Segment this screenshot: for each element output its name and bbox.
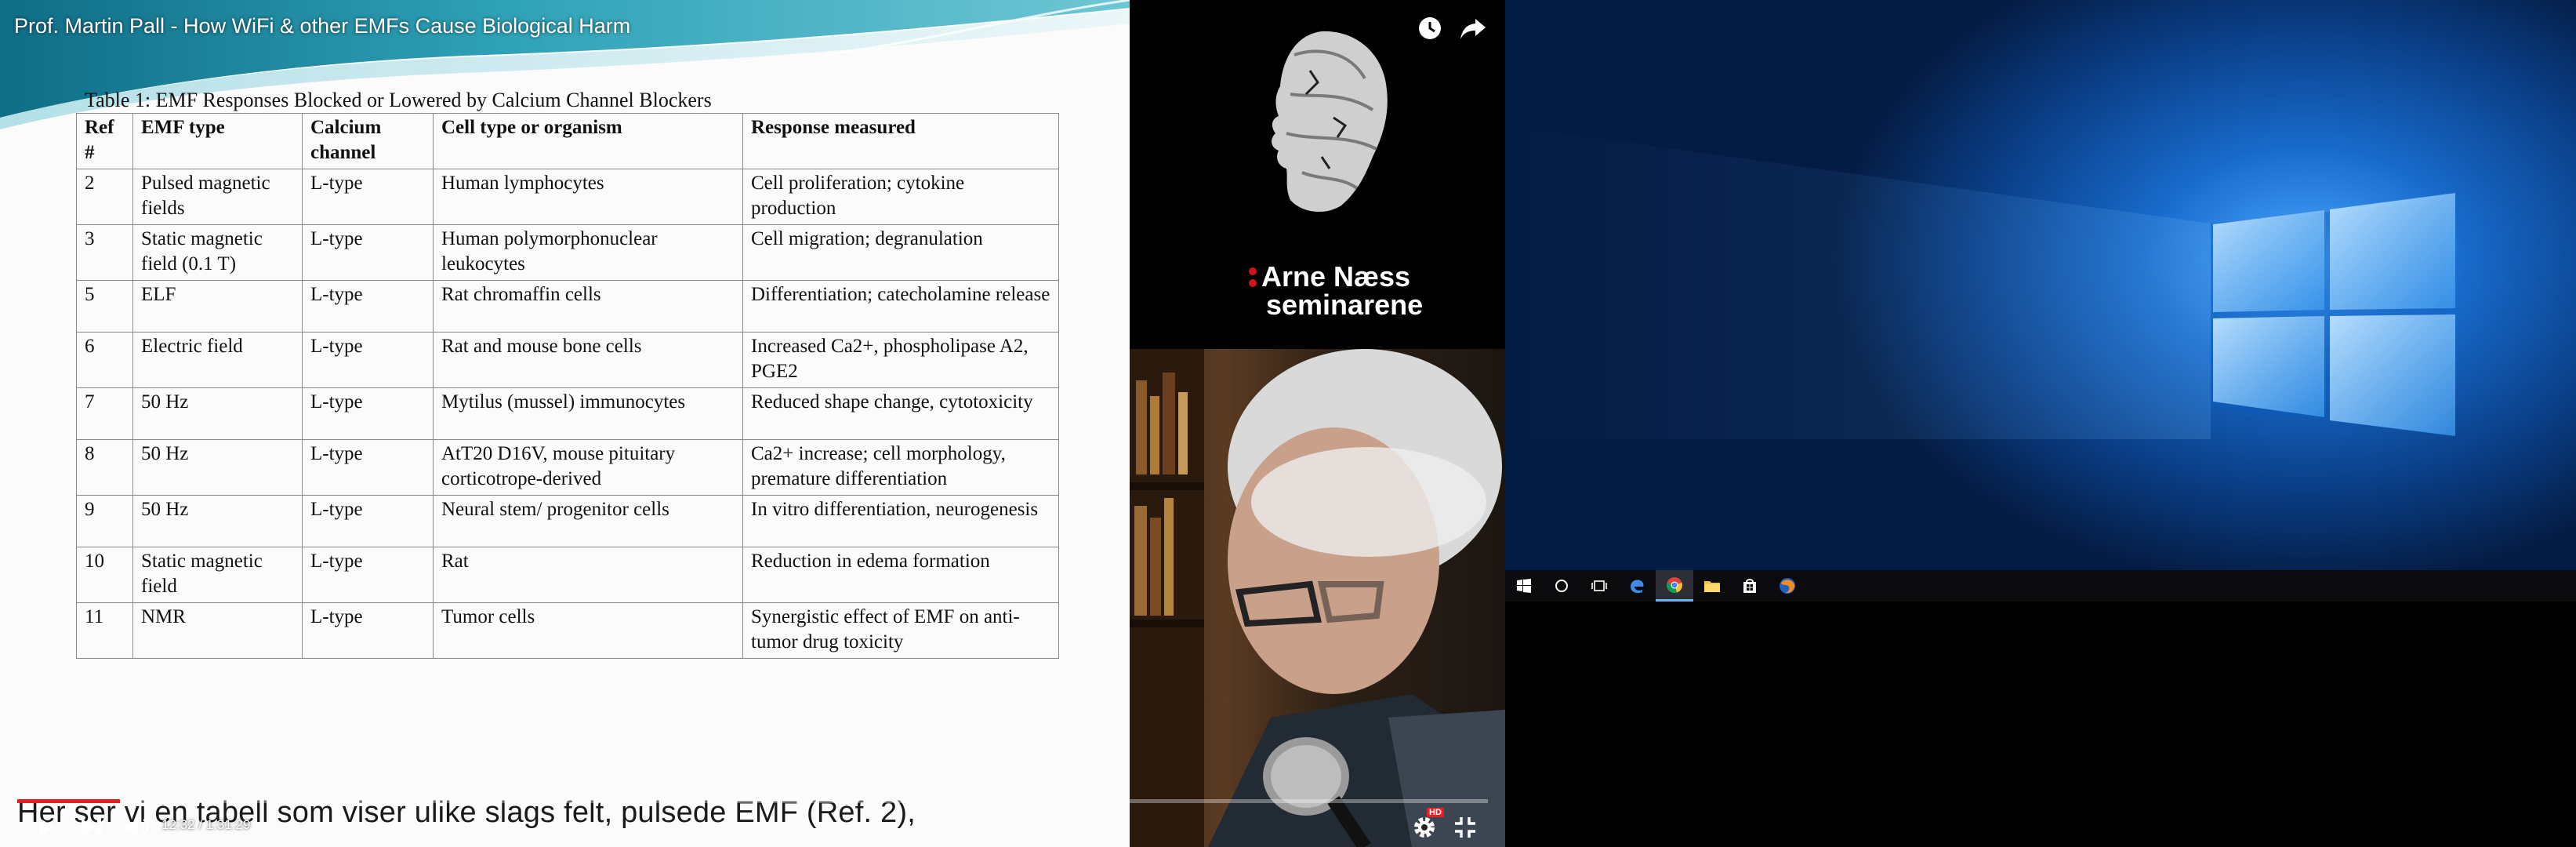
progress-bar[interactable] [17,799,1488,803]
column-header: Ref # [76,113,133,169]
table-cell: Cell migration; degranulation [742,224,1059,281]
file-explorer-icon[interactable] [1693,570,1731,602]
table-row: 3 Static magnetic field (0.1 T) L-type Huma… [76,224,1059,281]
table-cell: 50 Hz [132,439,303,496]
table-cell: Mytilus (mussel) immunocytes [433,387,743,440]
table-header-row: Ref # EMF type Calcium channel Cell type… [76,113,1059,169]
emf-response-table: Ref # EMF type Calcium channel Cell type… [76,113,1059,659]
task-view-icon[interactable] [1580,570,1618,602]
gear-icon[interactable] [1411,814,1438,841]
table-cell: Rat chromaffin cells [433,280,743,333]
table-cell: Pulsed magnetic fields [132,169,303,225]
table-cell: 5 [76,280,133,333]
table-cell: Static magnetic field [132,547,303,603]
speaker-video-inset [1130,349,1505,847]
table-row: 8 50 Hz L-type AtT20 D16V, mouse pituitary … [76,439,1059,496]
hd-badge: HD [1427,808,1444,817]
table-cell: 9 [76,495,133,547]
table-cell: 6 [76,332,133,388]
table-cell: L-type [302,439,434,496]
table-cell: 10 [76,547,133,603]
table-row: 9 50 Hz L-type Neural stem/ progenitor cell… [76,495,1059,547]
table-cell: NMR [132,602,303,659]
table-cell: Static magnetic field (0.1 T) [132,224,303,281]
video-player[interactable]: Table 1: EMF Responses Blocked or Lowere… [0,0,1505,847]
table-cell: Tumor cells [433,602,743,659]
brand-line1: Arne Næss [1261,260,1411,293]
taskbar [1505,570,2576,602]
table-row: 6 Electric field L-type Rat and mouse bone … [76,332,1059,388]
table-cell: Cell proliferation; cytokine production [742,169,1059,225]
store-icon[interactable] [1731,570,1769,602]
table-cell: 50 Hz [132,495,303,547]
edge-icon[interactable] [1618,570,1656,602]
table-row: 2 Pulsed magnetic fields L-type Human lymph… [76,169,1059,225]
table-cell: L-type [302,224,434,281]
table-caption: Table 1: EMF Responses Blocked or Lowere… [85,89,712,111]
table-cell: Reduction in edema formation [742,547,1059,603]
speaker-illustration [1130,349,1505,847]
table-cell: 8 [76,439,133,496]
table-cell: 2 [76,169,133,225]
video-right-panel: Arne Næss seminarene [1130,0,1505,847]
table-cell: 50 Hz [132,387,303,440]
table-cell: Reduced shape change, cytotoxicity [742,387,1059,440]
table-cell: L-type [302,332,434,388]
secondary-display-black-area [1505,602,2576,847]
cortana-search-icon[interactable] [1543,570,1580,602]
table-cell: L-type [302,602,434,659]
windows-desktop-wallpaper [1505,0,2576,570]
windows-logo-wallpaper [1505,125,2455,439]
table-row: 7 50 Hz L-type Mytilus (mussel) immunocytes… [76,387,1059,440]
chrome-icon[interactable] [1656,570,1693,602]
share-arrow-icon[interactable] [1460,16,1486,41]
table-cell: L-type [302,387,434,440]
table-cell: Ca2+ increase; cell morphology, prematur… [742,439,1059,496]
progress-played [17,799,121,803]
table-cell: Rat [433,547,743,603]
head-sculpture-logo [1272,31,1388,213]
table-cell: Increased Ca2+, phospholipase A2, PGE2 [742,332,1059,388]
table-cell: In vitro differentiation, neurogenesis [742,495,1059,547]
time-display: 12:32 / 1:31:29 [161,817,251,832]
table-cell: ELF [132,280,303,333]
brand-line2: seminarene [1266,289,1424,321]
play-icon[interactable] [34,816,58,839]
table-cell: Electric field [132,332,303,388]
table-cell: Differentiation; catecholamine release [742,280,1059,333]
table-cell: L-type [302,547,434,603]
column-header: EMF type [132,113,303,169]
table-cell: Human polymorphonuclear leukocytes [433,224,743,281]
table-cell: L-type [302,280,434,333]
clock-icon[interactable] [1417,16,1442,41]
presentation-slide: Table 1: EMF Responses Blocked or Lowere… [0,0,1130,847]
table-row: 5 ELF L-type Rat chromaffin cells Differenti… [76,280,1059,333]
firefox-icon[interactable] [1769,570,1806,602]
table-cell: 11 [76,602,133,659]
volume-icon[interactable] [124,816,151,839]
brand-colon-mark [1249,267,1257,288]
player-controls: 12:32 / 1:31:29 HD [0,808,1505,847]
table-row: 10 Static magnetic field L-type Rat Reductio… [76,547,1059,603]
table-cell: 7 [76,387,133,440]
table-cell: L-type [302,495,434,547]
table-cell: Rat and mouse bone cells [433,332,743,388]
windows-start-icon[interactable] [1505,570,1543,602]
brand-logo-area: Arne Næss seminarene [1130,0,1505,349]
table-cell: L-type [302,169,434,225]
table-cell: Synergistic effect of EMF on anti-tumor … [742,602,1059,659]
table-cell: AtT20 D16V, mouse pituitary corticotrope… [433,439,743,496]
table-row: 11 NMR L-type Tumor cells Synergistic effect… [76,602,1059,659]
table-cell: 3 [76,224,133,281]
next-icon[interactable] [78,816,105,839]
table-cell: Human lymphocytes [433,169,743,225]
column-header: Calcium channel [302,113,434,169]
table-cell: Neural stem/ progenitor cells [433,495,743,547]
column-header: Cell type or organism [433,113,743,169]
video-title[interactable]: Prof. Martin Pall - How WiFi & other EMF… [14,14,630,38]
brand-name: Arne Næss seminarene [1249,263,1423,319]
column-header: Response measured [742,113,1059,169]
exit-fullscreen-icon[interactable] [1452,814,1478,841]
